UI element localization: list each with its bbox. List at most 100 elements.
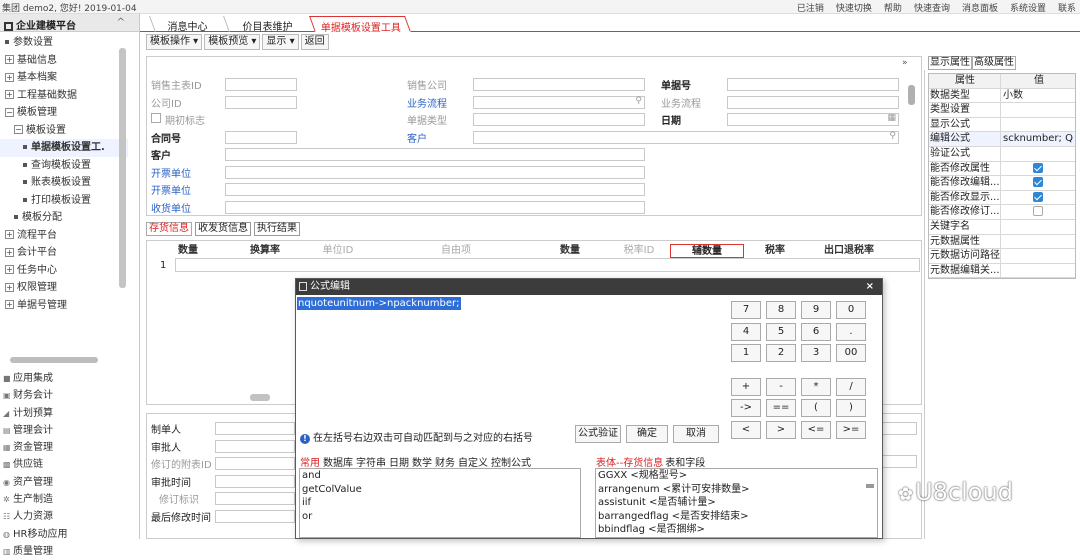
form-field-input[interactable] (225, 96, 297, 109)
checkbox[interactable] (1033, 162, 1043, 173)
property-row[interactable]: 能否修改编辑... (929, 176, 1075, 191)
sidebar-module-item[interactable]: ◍ HR移动应用 (0, 526, 140, 543)
collapse-icon[interactable]: − (14, 125, 23, 134)
expand-icon[interactable]: + (5, 90, 14, 99)
expand-icon[interactable]: + (5, 300, 14, 309)
table-tab[interactable]: 表和字段 (665, 454, 705, 469)
keypad-key[interactable]: ( (801, 399, 831, 417)
keypad-key[interactable]: -> (731, 399, 761, 417)
field-item[interactable]: barrangedflag <是否安排结束> (596, 510, 877, 524)
form-field-input[interactable]: ⚲ (473, 96, 645, 109)
grid-column-header[interactable]: 换算率 (230, 244, 300, 258)
sidebar-module-item[interactable]: ▥ 质量管理 (0, 543, 140, 560)
property-value[interactable]: 小数 (1001, 89, 1075, 103)
verify-formula-button[interactable]: 公式验证 (575, 425, 621, 443)
keypad-key[interactable]: >= (836, 420, 866, 439)
field-list-scrollbar[interactable] (866, 484, 874, 488)
form-field-input[interactable] (225, 183, 645, 196)
keypad-key[interactable]: - (766, 377, 796, 396)
cancel-button[interactable]: 取消 (673, 425, 719, 443)
property-row[interactable]: 元数据访问路径 (929, 249, 1075, 264)
keypad-key[interactable]: 3 (801, 344, 831, 362)
display-menu[interactable]: 显示 ▾ (262, 34, 299, 50)
top-action-link[interactable]: 消息面板 (962, 1, 998, 14)
search-icon[interactable]: ⚲ (635, 96, 642, 106)
sidebar-tree-item[interactable]: 打印模板设置 (0, 192, 128, 210)
detail-tab[interactable]: 执行结果 (254, 222, 300, 236)
keypad-key[interactable]: 5 (766, 322, 796, 341)
template-preview-menu[interactable]: 模板预览 ▾ (204, 34, 261, 50)
expand-icon[interactable]: + (5, 282, 14, 292)
grid-column-header[interactable]: 单位ID (303, 244, 373, 258)
grid-column-header[interactable]: 辅数量 (670, 244, 744, 258)
form-field-input[interactable]: ▦ (727, 113, 899, 126)
property-value[interactable] (1001, 264, 1075, 278)
formula-textarea[interactable]: nquoteunitnum->npacknumber; (297, 297, 729, 419)
sidebar-module-item[interactable]: ■ 应用集成 (0, 370, 140, 387)
collapse-caret-icon[interactable]: ^ (117, 17, 125, 28)
form-field-input[interactable] (473, 113, 645, 126)
footer-field-input[interactable] (215, 492, 295, 505)
function-item[interactable]: or (300, 510, 580, 524)
tab-display-props[interactable]: 显示属性 (928, 56, 972, 70)
sidebar-tree-item[interactable]: + 基本档案 (0, 69, 128, 87)
function-tab[interactable]: 财务 (435, 454, 455, 469)
checkbox[interactable] (151, 113, 161, 123)
sidebar-module-item[interactable]: ▣ 财务会计 (0, 387, 140, 404)
footer-field-input[interactable] (215, 422, 295, 435)
sidebar-tree-item[interactable]: + 基础信息 (0, 52, 128, 70)
form-field-input[interactable] (727, 96, 899, 109)
back-button[interactable]: 返回 (300, 34, 329, 50)
sidebar-tree-item[interactable]: + 单据号管理 (0, 297, 128, 315)
property-value[interactable] (1001, 118, 1075, 132)
property-value[interactable] (1001, 147, 1075, 161)
sidebar-module-item[interactable]: ◉ 资产管理 (0, 474, 140, 491)
footer-field-input[interactable] (215, 474, 295, 488)
function-item[interactable]: iif (300, 496, 580, 510)
sidebar-tree-item[interactable]: + 流程平台 (0, 227, 128, 245)
grid-column-header[interactable]: 出口退税率 (806, 244, 892, 258)
sidebar-module-item[interactable]: ▦ 资金管理 (0, 439, 140, 456)
grid-row[interactable] (175, 258, 920, 272)
expand-icon[interactable]: + (5, 230, 14, 239)
expand-icon[interactable]: + (5, 265, 14, 274)
table-tab[interactable]: 表体--存货信息 (596, 454, 663, 469)
keypad-key[interactable]: + (731, 377, 761, 396)
keypad-key[interactable]: < (731, 420, 761, 439)
grid-column-header[interactable]: 税率ID (609, 244, 669, 258)
keypad-key[interactable]: 00 (836, 344, 866, 362)
checkbox[interactable] (1033, 177, 1043, 188)
sidebar-h-scrollbar[interactable] (10, 357, 98, 363)
tab-price-list[interactable]: 价目表维护 (223, 16, 309, 33)
tab-message-center[interactable]: 消息中心 (149, 16, 223, 33)
property-value[interactable]: scknumber; Q (1001, 132, 1075, 146)
property-value[interactable] (1001, 103, 1075, 117)
property-row[interactable]: 能否修改显示... (929, 190, 1075, 206)
function-tab[interactable]: 日期 (389, 454, 409, 469)
top-action-link[interactable]: 快速查询 (914, 1, 950, 14)
top-action-link[interactable]: 帮助 (884, 1, 902, 14)
collapse-icon[interactable]: − (5, 107, 14, 117)
function-tab[interactable]: 自定义 (458, 454, 488, 469)
property-row[interactable]: 关键字名 (929, 219, 1075, 235)
form-field-input[interactable] (225, 148, 645, 161)
tab-advanced-props[interactable]: 高级属性 (972, 56, 1016, 70)
form-field-input[interactable] (473, 78, 645, 91)
keypad-key[interactable]: 2 (766, 344, 796, 362)
keypad-key[interactable]: ) (836, 399, 866, 417)
sidebar-tree-item[interactable]: + 权限管理 (0, 279, 128, 297)
grid-column-header[interactable]: 税率 (746, 244, 804, 258)
property-value[interactable] (1001, 191, 1075, 205)
keypad-key[interactable]: * (801, 377, 831, 396)
property-row[interactable]: 编辑公式 scknumber; Q (929, 132, 1075, 147)
expand-icon[interactable]: + (5, 55, 14, 64)
calendar-icon[interactable]: ▦ (887, 113, 896, 123)
sidebar-module-item[interactable]: ◢ 计划预算 (0, 405, 140, 422)
footer-field-input[interactable] (215, 509, 295, 523)
sidebar-tree-item[interactable]: 模板分配 (0, 209, 128, 227)
sidebar-header[interactable]: 企业建模平台 ^ (0, 14, 139, 32)
property-value[interactable] (1001, 220, 1075, 234)
keypad-key[interactable]: 8 (766, 301, 796, 319)
top-action-link[interactable]: 系统设置 (1010, 1, 1046, 14)
property-value[interactable] (1001, 235, 1075, 249)
